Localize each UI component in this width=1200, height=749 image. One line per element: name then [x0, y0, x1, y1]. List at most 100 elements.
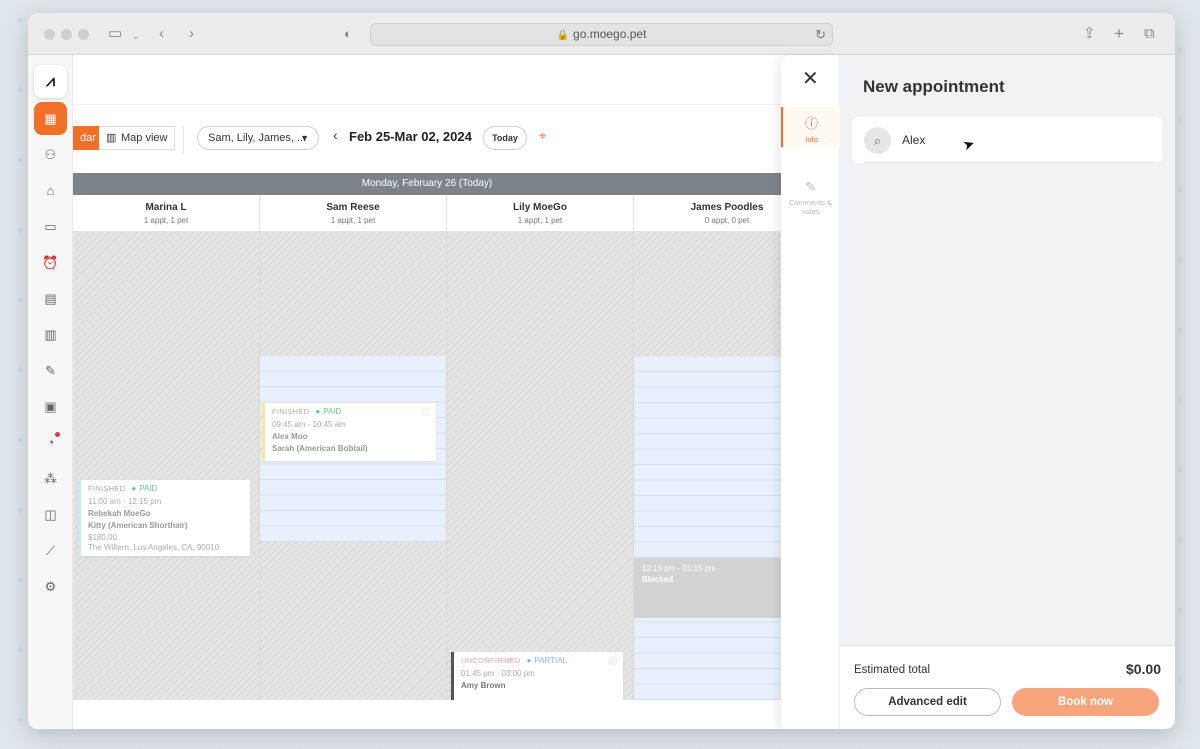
- staff-count: 1 appt, 1 pet: [330, 216, 376, 225]
- client-search-field[interactable]: ⌕ Alex: [852, 117, 1162, 163]
- client-name: Amy Brown: [461, 681, 506, 690]
- url-text: go.moego.pet: [573, 27, 647, 41]
- partial-badge: PARTIAL: [527, 656, 567, 665]
- staff-count: 1 appt, 1 pet: [517, 216, 563, 225]
- today-button[interactable]: Today: [483, 126, 527, 150]
- sidebar: ⩘ ▦ ⚇ ⌂ ▭ ⏰ ▤ ▥ ✎ ▣ ◔ ⁂ ◫ ⟋ ⚙: [28, 55, 73, 729]
- drawer-footer: Estimated total $0.00 Advanced edit Book…: [840, 645, 1175, 729]
- map-view-label: Map view: [121, 132, 168, 144]
- calendar-view-tab[interactable]: dar: [73, 126, 99, 150]
- grid-column-marina[interactable]: FINISHED PAID 11:00 am - 12:15 pm Rebekah…: [73, 232, 260, 700]
- staff-name: Sam Reese: [326, 202, 380, 213]
- pet-name: Sarah (American Bobtail): [272, 444, 368, 453]
- staff-count: 1 appt, 1 pet: [143, 216, 189, 225]
- reports-icon[interactable]: ⟋: [34, 534, 67, 567]
- map-view-tab[interactable]: ▥ Map view: [99, 126, 175, 150]
- grid-column-sam[interactable]: FINISHED PAID ⓘ 09:45 am - 10:45 am Alex …: [260, 232, 447, 700]
- status-label: FINISHED: [272, 407, 310, 416]
- prev-week-icon[interactable]: ‹: [333, 127, 338, 143]
- address-bar[interactable]: 🔒 go.moego.pet ↻: [370, 23, 833, 46]
- network-icon[interactable]: ⁂: [34, 462, 67, 495]
- tab-info[interactable]: ⓘ Info: [781, 107, 840, 147]
- shield-icon[interactable]: ◐: [344, 25, 352, 43]
- appointment-address: The Wiltern, Los Angeles, CA, 90010: [88, 543, 220, 552]
- tab-info-label: Info: [805, 135, 818, 144]
- share-icon[interactable]: ⇪: [1083, 25, 1096, 43]
- date-range: Feb 25-Mar 02, 2024: [349, 129, 472, 144]
- blocked-label: Blocked: [642, 575, 674, 584]
- advanced-edit-button[interactable]: Advanced edit: [854, 688, 1001, 716]
- edit-icon[interactable]: ✎: [34, 354, 67, 387]
- new-tab-icon[interactable]: +: [1114, 25, 1124, 43]
- calendar-main: dar ▥ Map view Sam, Lily, James, ... ▼ ‹ …: [73, 55, 781, 729]
- settings-icon[interactable]: ⚙: [34, 570, 67, 603]
- grid-column-lily[interactable]: UNCONFIRMED PARTIAL ⓘ 01:45 pm - 03:00 pm…: [447, 232, 634, 700]
- appointment-card[interactable]: UNCONFIRMED PARTIAL ⓘ 01:45 pm - 03:00 pm…: [451, 652, 623, 700]
- calendar-bottom-area: [73, 700, 781, 729]
- grid-column-james[interactable]: 12:15 pm - 01:15 pm Blocked: [634, 232, 781, 700]
- info-icon: ⓘ: [804, 116, 818, 131]
- status-label: FINISHED: [88, 484, 126, 493]
- marketing-icon[interactable]: ◔: [34, 426, 67, 459]
- estimated-total-label: Estimated total: [854, 664, 931, 676]
- blocked-slot[interactable]: 12:15 pm - 01:15 pm Blocked: [634, 558, 781, 618]
- search-input-value[interactable]: Alex: [902, 133, 925, 147]
- paid-badge: PAID: [315, 407, 341, 416]
- column-header-sam: Sam Reese 1 appt, 1 pet: [260, 195, 447, 232]
- staff-filter-select[interactable]: Sam, Lily, James, ... ▼: [197, 126, 319, 150]
- browser-window: ▭ ⌄ ‹ › ◐ 🔒 go.moego.pet ↻ ⇪ + ⧉ ⩘ ▦ ⚇ ⌂ …: [28, 13, 1175, 729]
- drawer-title: New appointment: [863, 77, 1005, 96]
- calendar-icon[interactable]: ▦: [34, 102, 67, 135]
- next-week-icon[interactable]: ›: [467, 127, 472, 143]
- tabs-overview-icon[interactable]: ⧉: [1144, 25, 1155, 43]
- zoom-window-dot[interactable]: [78, 29, 89, 40]
- appointment-time: 11:00 am - 12:15 pm: [88, 497, 162, 506]
- retail-icon[interactable]: ◫: [34, 498, 67, 531]
- map-icon: ▥: [106, 132, 117, 144]
- client-name: Alex Moo: [272, 432, 308, 441]
- appointment-card[interactable]: FINISHED PAID ⓘ 09:45 am - 10:45 am Alex …: [262, 403, 436, 461]
- available-slots[interactable]: [634, 356, 781, 558]
- lodging-icon[interactable]: ⌂: [34, 174, 67, 207]
- book-now-button[interactable]: Book now: [1012, 688, 1159, 716]
- reload-icon[interactable]: ↻: [815, 24, 826, 45]
- app-topbar: [73, 55, 781, 105]
- search-icon: ⌕: [864, 127, 891, 154]
- locate-icon[interactable]: ⌖: [539, 128, 546, 144]
- close-icon[interactable]: ✕: [802, 69, 819, 89]
- tab-comments-notes[interactable]: ✎ Comments & notes: [781, 179, 840, 216]
- search-underline: [864, 162, 1156, 163]
- messages-icon[interactable]: ▭: [34, 210, 67, 243]
- moego-logo[interactable]: ⩘: [34, 65, 67, 98]
- appointment-price: $180.00: [88, 533, 117, 542]
- estimated-total-value: $0.00: [1125, 661, 1161, 677]
- toolbar-divider: [183, 125, 184, 155]
- staff-name: Marina L: [145, 202, 187, 213]
- card-icon[interactable]: ▣: [34, 390, 67, 423]
- app-area: ⩘ ▦ ⚇ ⌂ ▭ ⏰ ▤ ▥ ✎ ▣ ◔ ⁂ ◫ ⟋ ⚙ dar ▥ Map v…: [28, 55, 1175, 729]
- clients-icon[interactable]: ⚇: [34, 138, 67, 171]
- staff-filter-value: Sam, Lily, James, ...: [208, 132, 307, 144]
- drawer-tab-rail: ✕ ⓘ Info ✎ Comments & notes: [781, 55, 840, 729]
- booking-icon[interactable]: ▤: [34, 282, 67, 315]
- column-header-lily: Lily MoeGo 1 appt, 1 pet: [447, 195, 634, 232]
- appointment-time: 09:45 am - 10:45 am: [272, 420, 346, 429]
- browser-toolbar: ▭ ⌄ ‹ › ◐ 🔒 go.moego.pet ↻ ⇪ + ⧉: [28, 13, 1175, 55]
- info-icon[interactable]: ⓘ: [609, 656, 617, 667]
- alarm-icon[interactable]: ⏰: [34, 246, 67, 279]
- available-slots[interactable]: [634, 618, 781, 700]
- close-window-dot[interactable]: [44, 29, 55, 40]
- appointment-card[interactable]: FINISHED PAID 11:00 am - 12:15 pm Rebekah…: [78, 480, 250, 556]
- lock-icon: 🔒: [556, 30, 570, 41]
- notification-dot: [55, 432, 60, 437]
- calendar-toolbar: dar ▥ Map view Sam, Lily, James, ... ▼ ‹ …: [73, 125, 781, 155]
- back-icon[interactable]: ‹: [159, 25, 164, 43]
- chevron-down-icon[interactable]: ⌄: [132, 27, 140, 45]
- tab-comments-label: Comments & notes: [788, 198, 833, 216]
- minimize-window-dot[interactable]: [61, 29, 72, 40]
- info-icon[interactable]: ⓘ: [422, 407, 430, 418]
- forward-icon[interactable]: ›: [189, 25, 194, 43]
- sidebar-toggle-icon[interactable]: ▭: [108, 25, 122, 43]
- clipboard-icon[interactable]: ▥: [34, 318, 67, 351]
- appointment-time: 01:45 pm - 03:00 pm: [461, 669, 535, 678]
